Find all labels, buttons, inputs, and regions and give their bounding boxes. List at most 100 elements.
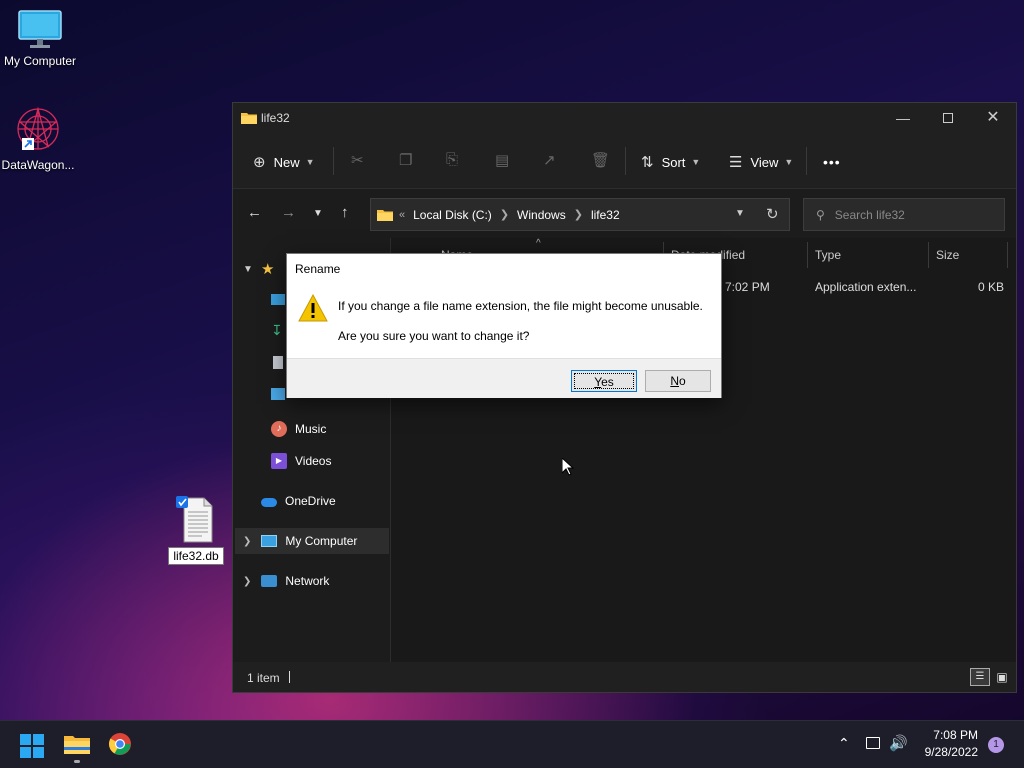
nav-item-label: My Computer (285, 534, 358, 548)
desktop-icon-my-computer[interactable]: My Computer (0, 10, 80, 68)
downloads-icon: ↧ (271, 322, 283, 338)
new-button[interactable]: ⊕ New ▼ (253, 151, 315, 173)
desktop-icon-life32-db[interactable]: life32.db (156, 496, 236, 565)
view-label: View (750, 154, 779, 170)
documents-icon (273, 356, 283, 369)
toolbar-divider (806, 147, 807, 175)
new-label: New (273, 154, 300, 170)
refresh-icon[interactable]: ↻ (766, 205, 779, 223)
delete-icon[interactable]: 🗑 (591, 151, 610, 169)
taskbar-chrome[interactable] (108, 732, 132, 756)
sort-arrows-icon: ⇅ (641, 154, 654, 171)
address-bar[interactable]: « Local Disk (C:) ❯ Windows ❯ life32 ▼ ↻ (370, 198, 790, 231)
breadcrumb-chevron-icon[interactable]: ❯ (500, 208, 509, 221)
desktop-icon-label: life32.db (168, 547, 224, 565)
music-icon: ♪ (271, 421, 287, 437)
cut-icon[interactable]: ✂ (351, 151, 364, 169)
paste-icon[interactable]: ⎘ (446, 151, 458, 168)
taskbar-file-explorer[interactable] (62, 731, 92, 765)
folder-icon (377, 209, 393, 221)
folder-icon (64, 736, 90, 754)
clock-date: 9/28/2022 (924, 745, 978, 759)
no-label: o (678, 374, 686, 388)
search-box[interactable]: ⚲ Search life32 (803, 198, 1005, 231)
rename-icon[interactable]: ▤ (495, 151, 509, 169)
volume-icon[interactable]: 🔊 (889, 734, 908, 752)
toolbar-divider (333, 147, 334, 175)
address-dropdown-icon[interactable]: ▼ (735, 208, 745, 219)
forward-arrow-icon[interactable]: → (281, 204, 296, 221)
more-options-button[interactable]: ••• (823, 151, 841, 173)
sort-button[interactable]: ⇅ Sort ▼ (641, 151, 700, 173)
plus-circle-icon: ⊕ (253, 154, 266, 171)
cloud-icon (261, 498, 277, 507)
tiles-view-icon[interactable]: ▣ (993, 668, 1011, 686)
running-indicator (74, 760, 80, 763)
maximize-button[interactable] (933, 108, 963, 128)
breadcrumb-life32[interactable]: life32 (591, 208, 620, 222)
no-button[interactable]: No (645, 370, 711, 392)
expand-chevron-icon[interactable]: ▼ (243, 264, 253, 275)
warning-icon (298, 294, 328, 322)
breadcrumb-chevron-icon[interactable]: ❯ (574, 208, 583, 221)
back-arrow-icon[interactable]: ← (247, 204, 262, 221)
expand-chevron-icon[interactable]: ❯ (243, 536, 251, 547)
details-view-icon[interactable]: ☰ (970, 668, 990, 686)
breadcrumb-local-disk[interactable]: Local Disk (C:) (413, 208, 492, 222)
file-date: 7:02 PM (725, 280, 770, 294)
network-status-icon[interactable] (866, 737, 880, 749)
file-size: 0 KB (978, 280, 1005, 294)
show-hidden-icons-chevron-icon[interactable]: ⌃ (838, 735, 850, 752)
share-icon[interactable]: ↗ (543, 151, 556, 169)
title-bar[interactable]: life32 — ✕ (233, 103, 1016, 133)
close-button[interactable]: ✕ (978, 108, 1008, 128)
view-button[interactable]: ☰ View ▼ (729, 151, 793, 173)
nav-item-network[interactable]: ❯ Network (235, 568, 391, 594)
desktop-icon-label: DataWagon... (1, 158, 75, 172)
dialog-footer: Yes No (287, 358, 721, 398)
up-arrow-icon[interactable]: ↑ (341, 204, 349, 221)
yes-button[interactable]: Yes (571, 370, 637, 392)
chevron-down-icon: ▼ (305, 157, 315, 167)
status-divider (289, 671, 290, 683)
address-bar-row: ← → ▼ ↑ « Local Disk (C:) ❯ Windows ❯ li… (233, 190, 1016, 238)
videos-icon: ▶ (271, 453, 287, 469)
no-accel: N (670, 374, 679, 388)
windows-logo-icon (20, 734, 44, 758)
desktop-folder-icon (271, 294, 285, 305)
chevron-down-icon: ▼ (784, 157, 794, 167)
search-icon: ⚲ (816, 207, 825, 222)
breadcrumb-overflow[interactable]: « (399, 209, 405, 221)
monitor-icon (261, 535, 278, 547)
minimize-button[interactable]: — (888, 108, 918, 128)
notification-badge[interactable]: 1 (988, 737, 1004, 753)
network-icon (261, 575, 278, 587)
more-icon: ••• (823, 154, 841, 170)
chevron-down-icon: ▼ (691, 157, 701, 167)
sort-label: Sort (661, 154, 686, 170)
rename-confirm-dialog: Rename If you change a file name extensi… (286, 253, 722, 398)
nav-item-label: OneDrive (285, 494, 336, 508)
chrome-icon (109, 733, 131, 755)
dialog-question: Are you sure you want to change it? (338, 329, 530, 343)
desktop-icon-datawagon[interactable]: DataWagon... (0, 104, 78, 172)
yes-label: es (601, 375, 614, 389)
status-bar: 1 item ☰ ▣ (233, 662, 1016, 692)
dialog-message: If you change a file name extension, the… (338, 299, 703, 313)
pictures-icon (271, 388, 285, 400)
start-button[interactable] (20, 734, 44, 758)
folder-icon (241, 113, 257, 124)
focus-rect: Yes (574, 373, 634, 389)
monitor-icon (18, 10, 62, 48)
clock[interactable]: 7:08 PM 9/28/2022 (912, 728, 978, 759)
copy-icon[interactable]: ❐ (399, 151, 412, 169)
view-lines-icon: ☰ (729, 154, 743, 171)
nav-item-my-computer[interactable]: ❯ My Computer (235, 528, 389, 554)
desktop-icon-label: My Computer (3, 54, 77, 68)
expand-chevron-icon[interactable]: ❯ (243, 576, 251, 587)
recent-locations-chevron-icon[interactable]: ▼ (313, 208, 323, 219)
breadcrumb-windows[interactable]: Windows (517, 208, 566, 222)
document-file-icon (176, 496, 213, 543)
file-type: Application exten... (815, 280, 917, 294)
nav-item-label: Videos (295, 454, 332, 468)
